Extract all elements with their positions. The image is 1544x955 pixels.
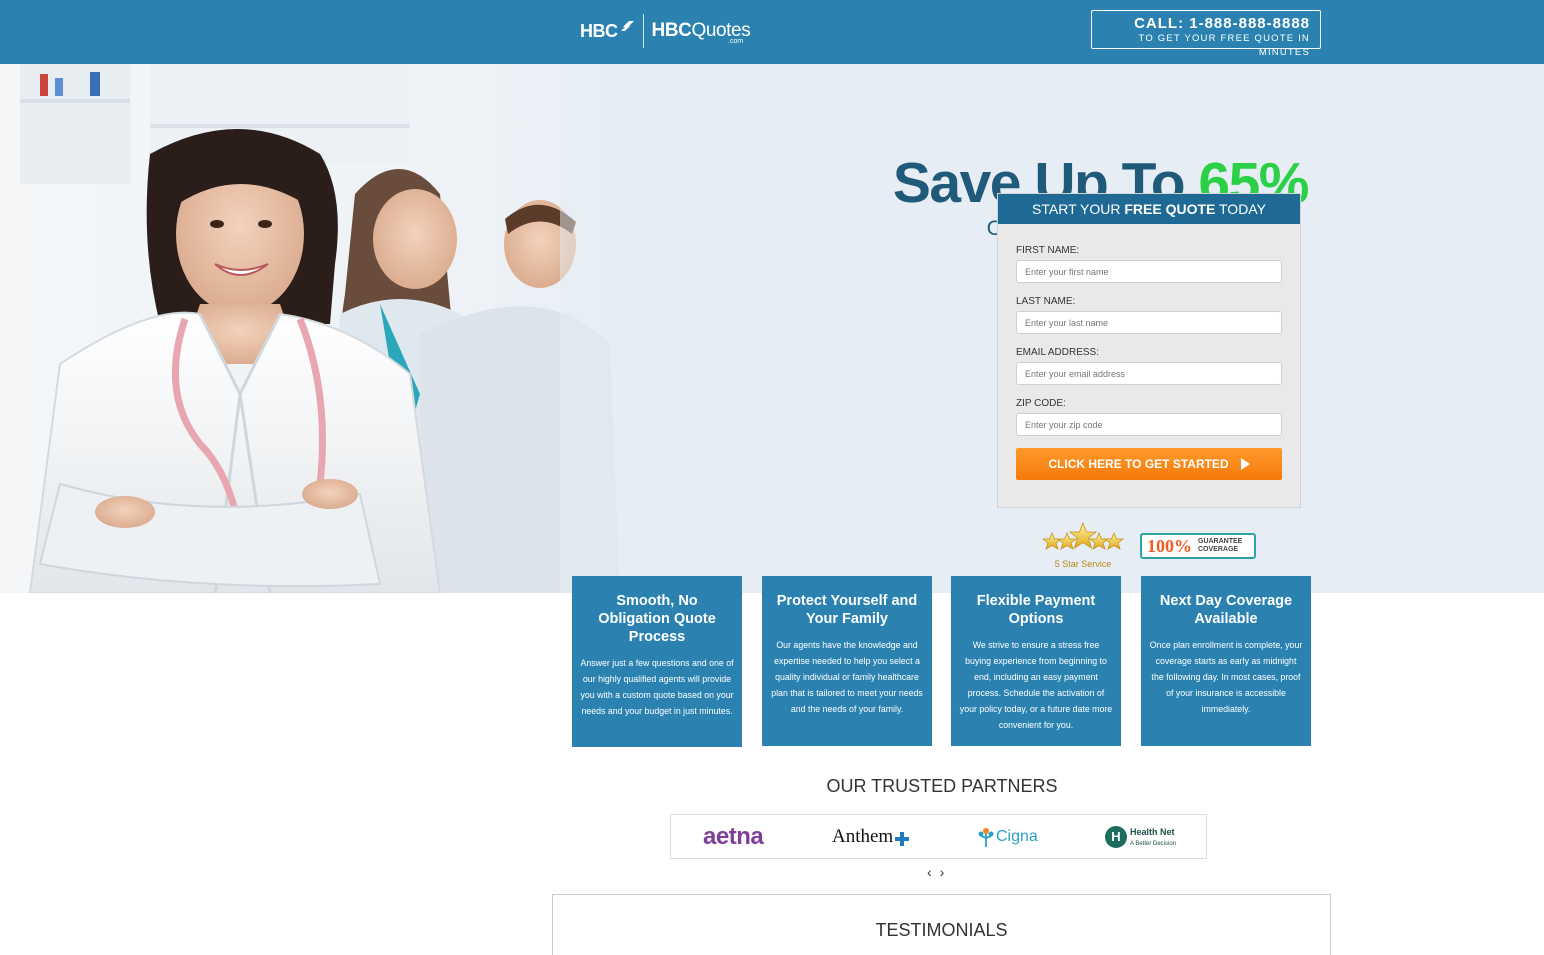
last-name-input[interactable] [1016, 311, 1282, 334]
hero-doctor-family-image [0, 64, 640, 593]
carousel-next-button[interactable]: › [940, 864, 945, 880]
feature-card-quote-process: Smooth, No Obligation Quote Process Answ… [572, 576, 742, 747]
feature-title: Smooth, No Obligation Quote Process [598, 593, 716, 645]
get-started-button[interactable]: CLICK HERE TO GET STARTED [1016, 448, 1282, 480]
blue-cross-icon [895, 831, 910, 846]
logo-hbc-text: HBC [580, 20, 618, 41]
five-star-label: 5 Star Service [1054, 559, 1112, 569]
partner-logo-healthnet[interactable]: H Health Net A Better Decision [1105, 815, 1176, 858]
phone-number: CALL: 1-888-888-8888 [1134, 15, 1310, 32]
play-arrow-icon [1240, 458, 1250, 470]
cigna-tree-icon [978, 827, 994, 847]
last-name-label: LAST NAME: [1016, 296, 1076, 307]
call-tagline: TO GET YOUR FREE QUOTE IN MINUTES [1138, 33, 1310, 58]
first-name-input[interactable] [1016, 260, 1282, 283]
partner-logo-aetna[interactable]: aetna [703, 815, 764, 858]
email-label: EMAIL ADDRESS: [1016, 347, 1099, 358]
email-input[interactable] [1016, 362, 1282, 385]
feature-title: Protect Yourself and Your Family [776, 593, 918, 627]
get-started-label: CLICK HERE TO GET STARTED [1048, 457, 1229, 471]
zip-code-input[interactable] [1016, 413, 1282, 436]
five-star-badge: 5 Star Service [1041, 521, 1125, 569]
logo-mark-icon [620, 21, 634, 31]
logo-divider [642, 14, 644, 48]
feature-title: Next Day Coverage Available [1159, 593, 1293, 627]
feature-text: We strive to ensure a stress free buying… [959, 640, 1113, 730]
testimonials-section: TESTIMONIALS [552, 894, 1331, 955]
healthnet-mark-icon: H [1105, 825, 1127, 848]
partners-carousel: aetna Anthem Cigna H Health Net A Better … [670, 814, 1207, 859]
top-header: HBC HBCQuotes .com CALL: 1-888-888-8888 … [0, 0, 1544, 64]
call-button[interactable]: CALL: 1-888-888-8888 TO GET YOUR FREE QU… [1091, 10, 1321, 58]
feature-card-protect-family: Protect Yourself and Your Family Our age… [762, 576, 932, 746]
quote-form: START YOUR FREE QUOTE TODAY FIRST NAME: … [997, 193, 1301, 508]
carousel-nav: ‹ › [927, 864, 944, 880]
partners-heading: OUR TRUSTED PARTNERS [826, 776, 1058, 796]
brand-logo[interactable]: HBC HBCQuotes .com [580, 12, 751, 50]
feature-title: Flexible Payment Options [976, 593, 1096, 627]
guarantee-badge: 100% GUARANTEE COVERAGE [1140, 533, 1256, 559]
stars-icon [1041, 521, 1125, 550]
guarantee-percent: 100% [1147, 535, 1192, 556]
feature-text: Our agents have the knowledge and expert… [771, 640, 923, 714]
first-name-label: FIRST NAME: [1016, 245, 1080, 256]
feature-card-payment-options: Flexible Payment Options We strive to en… [951, 576, 1121, 746]
hero-section: Save Up To 65% ON YOUR HEALTH INSURANCE [0, 64, 1544, 593]
partner-logo-cigna[interactable]: Cigna [976, 815, 1038, 858]
feature-card-next-day-coverage: Next Day Coverage Available Once plan en… [1141, 576, 1311, 746]
zip-code-label: ZIP CODE: [1016, 398, 1066, 409]
guarantee-text: GUARANTEE COVERAGE [1198, 538, 1243, 553]
feature-text: Once plan enrollment is complete, your c… [1149, 640, 1303, 714]
testimonials-heading: TESTIMONIALS [875, 920, 1008, 940]
feature-text: Answer just a few questions and one of o… [580, 658, 734, 716]
form-heading: START YOUR FREE QUOTE TODAY [998, 194, 1300, 224]
carousel-prev-button[interactable]: ‹ [927, 864, 932, 880]
logo-com-text: .com [728, 38, 744, 45]
partner-logo-anthem[interactable]: Anthem [832, 815, 910, 858]
